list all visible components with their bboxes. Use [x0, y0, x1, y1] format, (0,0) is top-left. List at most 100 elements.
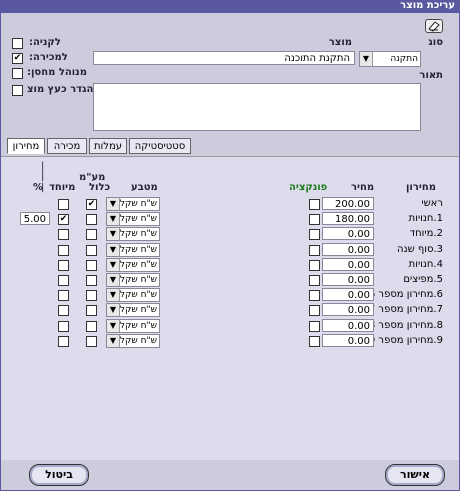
currency-select[interactable]: ▼ ש"ח שקל [106, 227, 160, 241]
vat-included-checkbox[interactable] [86, 275, 97, 286]
pricelist-name: ראשי [421, 198, 443, 209]
tab-statistics[interactable]: סטטיסטיקה [129, 138, 191, 154]
buttons-panel: אישור ביטול [1, 460, 459, 490]
pricelist-name: 4.חנויות [408, 259, 443, 270]
pricelist-name: 5.מפיצים [403, 274, 443, 285]
currency-select[interactable]: ▼ ש"ח שקל [106, 273, 160, 287]
header-special: מיוחד [49, 182, 76, 193]
function-checkbox[interactable] [309, 199, 320, 210]
purchase-checkbox[interactable] [12, 38, 23, 49]
function-checkbox[interactable] [309, 321, 320, 332]
pricelist-name: 1.חנויות [408, 213, 443, 224]
price-field[interactable]: 0.00 [322, 288, 374, 301]
chevron-down-icon[interactable]: ▼ [107, 289, 120, 301]
function-checkbox[interactable] [309, 245, 320, 256]
sale-label: למכירה: [29, 52, 68, 63]
chevron-down-icon[interactable]: ▼ [107, 213, 120, 225]
function-checkbox[interactable] [309, 229, 320, 240]
special-checkbox[interactable] [58, 245, 69, 256]
pricelist-name: 9.מחירון מספר 9 [369, 335, 443, 346]
special-checkbox[interactable] [58, 260, 69, 271]
vat-included-checkbox[interactable] [86, 336, 97, 347]
special-checkbox[interactable]: ✔ [58, 214, 69, 225]
currency-select[interactable]: ▼ ש"ח שקל [106, 319, 160, 333]
chevron-down-icon[interactable]: ▼ [107, 274, 120, 286]
cancel-button[interactable]: ביטול [29, 464, 89, 486]
price-field[interactable]: 0.00 [322, 227, 374, 240]
chevron-down-icon[interactable]: ▼ [107, 198, 120, 210]
special-checkbox[interactable] [58, 290, 69, 301]
pricelist-name: 8.מחירון מספר 8 [369, 320, 443, 331]
chevron-down-icon[interactable]: ▼ [107, 244, 120, 256]
description-label: תאור [419, 70, 443, 81]
tab-pricelist[interactable]: מחירון [7, 138, 45, 154]
function-checkbox[interactable] [309, 305, 320, 316]
price-field[interactable]: 0.00 [322, 243, 374, 256]
inventory-checkbox[interactable] [12, 68, 23, 79]
special-checkbox[interactable] [58, 229, 69, 240]
purchase-label: לקניה: [29, 37, 61, 48]
product-edit-window: עריכת מוצר סוג מוצר ▼ התקנה התקנת התוכנה… [0, 0, 460, 491]
title-bar: עריכת מוצר [1, 1, 459, 13]
vat-included-checkbox[interactable] [86, 245, 97, 256]
tab-sale[interactable]: מכירה [47, 138, 87, 154]
price-field[interactable]: 0.00 [322, 334, 374, 347]
currency-select[interactable]: ▼ ש"ח שקל [106, 288, 160, 302]
chevron-down-icon[interactable]: ▼ [107, 304, 120, 316]
vat-included-checkbox[interactable] [86, 305, 97, 316]
tab-commissions[interactable]: עמלות [89, 138, 127, 154]
ok-button[interactable]: אישור [385, 464, 445, 486]
eraser-icon[interactable] [425, 19, 443, 33]
currency-select[interactable]: ▼ ש"ח שקל [106, 303, 160, 317]
chevron-down-icon[interactable]: ▼ [107, 259, 120, 271]
pricelist-panel: | | % | מע"מ כלול מיוחד מטבע פונקציה מחי… [1, 156, 459, 461]
vat-included-checkbox[interactable] [86, 321, 97, 332]
tree-checkbox[interactable] [12, 85, 23, 96]
header-currency: מטבע [131, 182, 158, 193]
chevron-down-icon[interactable]: ▼ [107, 228, 120, 240]
function-checkbox[interactable] [309, 336, 320, 347]
chevron-down-icon[interactable]: ▼ [360, 52, 373, 66]
vat-included-checkbox[interactable] [86, 260, 97, 271]
special-checkbox[interactable] [58, 199, 69, 210]
product-name-field[interactable]: התקנת התוכנה [93, 51, 355, 65]
price-field[interactable]: 0.00 [322, 303, 374, 316]
currency-select[interactable]: ▼ ש"ח שקל [106, 243, 160, 257]
price-field[interactable]: 0.00 [322, 319, 374, 332]
chevron-down-icon[interactable]: ▼ [107, 320, 120, 332]
function-checkbox[interactable] [309, 290, 320, 301]
pricelist-name: 3.סוף שנה [397, 244, 443, 255]
price-field[interactable]: 0.00 [322, 273, 374, 286]
function-checkbox[interactable] [309, 214, 320, 225]
function-checkbox[interactable] [309, 260, 320, 271]
vat-included-checkbox[interactable] [86, 229, 97, 240]
description-textarea[interactable] [93, 83, 421, 131]
type-select[interactable]: ▼ התקנה [359, 51, 421, 67]
price-field[interactable]: 0.00 [322, 258, 374, 271]
checkmark-icon: ✔ [13, 53, 22, 63]
currency-select[interactable]: ▼ ש"ח שקל [106, 334, 160, 348]
special-checkbox[interactable] [58, 336, 69, 347]
header-price: מחיר [351, 182, 375, 193]
vat-included-checkbox[interactable] [86, 214, 97, 225]
vat-included-checkbox[interactable] [86, 290, 97, 301]
special-checkbox[interactable] [58, 305, 69, 316]
currency-select[interactable]: ▼ ש"ח שקל [106, 197, 160, 211]
tabs-bar: מחירון מכירה עמלות סטטיסטיקה [1, 136, 459, 156]
header-pricelist: מחירון [406, 182, 436, 193]
special-checkbox[interactable] [58, 275, 69, 286]
special-checkbox[interactable] [58, 321, 69, 332]
vat-included-checkbox[interactable]: ✔ [86, 199, 97, 210]
sale-checkbox[interactable]: ✔ [12, 53, 23, 64]
percent-field[interactable]: 5.00 [20, 212, 50, 225]
currency-select[interactable]: ▼ ש"ח שקל [106, 258, 160, 272]
pricelist-name: 6.מחירון מספר 6 [369, 289, 443, 300]
pricelist-name: 2.מיוחד [409, 228, 443, 239]
price-field[interactable]: 200.00 [322, 197, 374, 210]
price-field[interactable]: 180.00 [322, 212, 374, 225]
currency-select[interactable]: ▼ ש"ח שקל [106, 212, 160, 226]
chevron-down-icon[interactable]: ▼ [107, 335, 120, 347]
product-details-panel: סוג מוצר ▼ התקנה התקנת התוכנה תאור לקניה… [1, 13, 459, 136]
function-checkbox[interactable] [309, 275, 320, 286]
header-bar-low: | [41, 182, 45, 193]
